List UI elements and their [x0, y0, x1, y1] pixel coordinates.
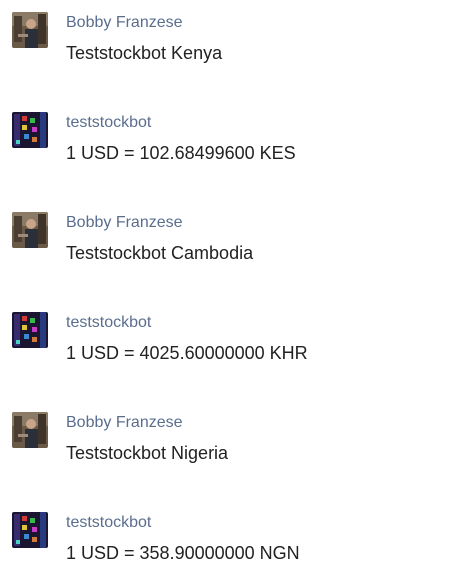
sender-name[interactable]: teststockbot: [66, 513, 151, 533]
message-text: 1 USD = 4025.60000000 KHR: [66, 343, 308, 363]
user-avatar[interactable]: [12, 412, 48, 448]
sender-name[interactable]: teststockbot: [66, 113, 151, 133]
message-item: Bobby Franzese Teststockbot Kenya: [0, 12, 468, 82]
message-text: Teststockbot Cambodia: [66, 243, 254, 263]
message-text: 1 USD = 358.90000000 NGN: [66, 543, 300, 563]
user-avatar[interactable]: [12, 12, 48, 48]
message-text: Teststockbot Nigeria: [66, 443, 229, 463]
bot-avatar[interactable]: [12, 512, 48, 548]
message-text: Teststockbot Kenya: [66, 43, 223, 63]
message-item: teststockbot 1 USD = 4025.60000000 KHR: [0, 312, 468, 382]
sender-name[interactable]: Bobby Franzese: [66, 413, 183, 433]
user-avatar[interactable]: [12, 212, 48, 248]
message-text: 1 USD = 102.68499600 KES: [66, 143, 296, 163]
sender-name[interactable]: teststockbot: [66, 313, 151, 333]
message-item: teststockbot 1 USD = 358.90000000 NGN: [0, 512, 468, 582]
message-item: Bobby Franzese Teststockbot Nigeria: [0, 412, 468, 482]
sender-name[interactable]: Bobby Franzese: [66, 213, 183, 233]
bot-avatar[interactable]: [12, 312, 48, 348]
message-item: Bobby Franzese Teststockbot Cambodia: [0, 212, 468, 282]
sender-name[interactable]: Bobby Franzese: [66, 13, 183, 33]
message-item: teststockbot 1 USD = 102.68499600 KES: [0, 112, 468, 182]
bot-avatar[interactable]: [12, 112, 48, 148]
